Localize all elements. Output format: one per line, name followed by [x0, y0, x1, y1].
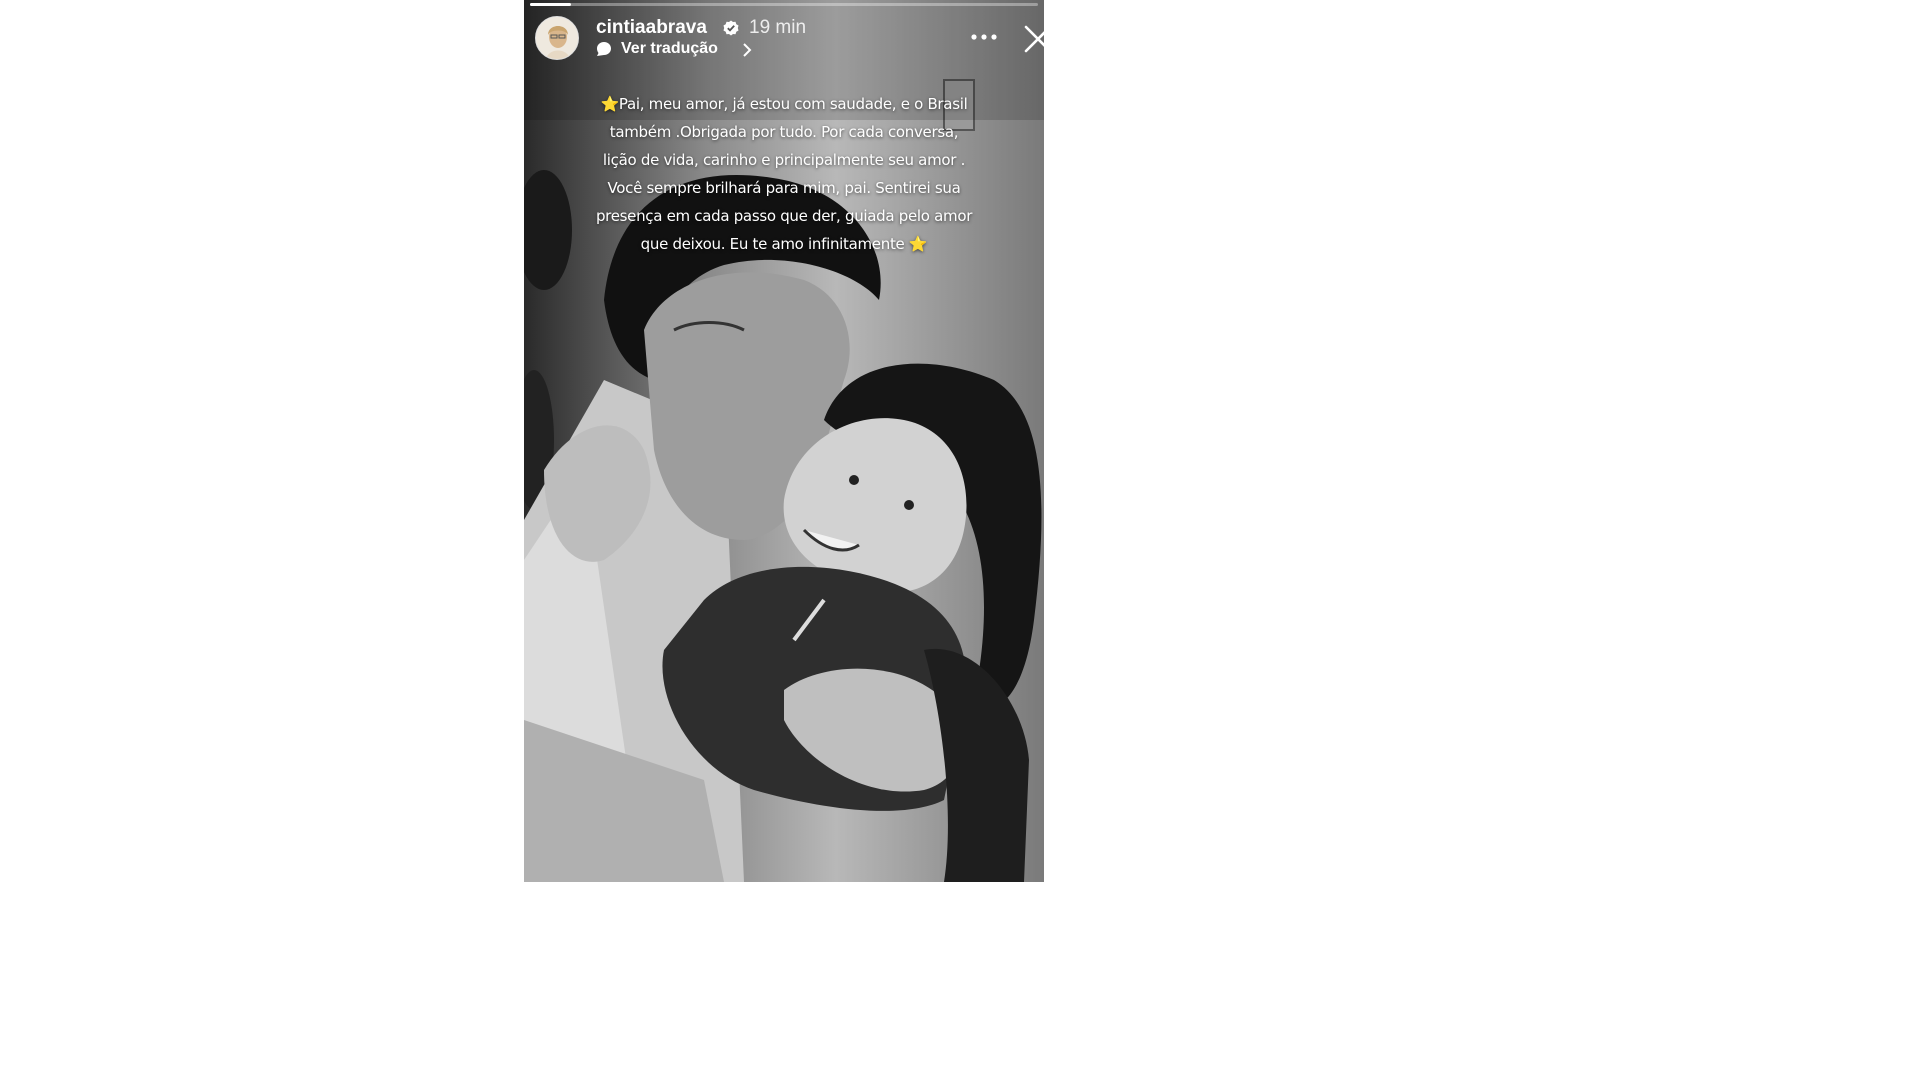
verified-badge-icon: [723, 20, 739, 36]
speech-bubble-icon: [597, 42, 611, 56]
see-translation-link[interactable]: Ver tradução: [621, 40, 718, 58]
story-viewer[interactable]: cintiaabrava 19 min Ver tradução ⭐Pai, m…: [524, 0, 1044, 882]
avatar[interactable]: [535, 16, 579, 60]
story-progress-bar: [530, 3, 1038, 6]
story-caption: ⭐Pai, meu amor, já estou com saudade, e …: [595, 95, 973, 253]
chevron-right-icon: [743, 43, 752, 57]
story-progress-fill: [530, 3, 571, 6]
close-icon[interactable]: [1022, 23, 1044, 55]
username[interactable]: cintiaabrava: [596, 17, 707, 39]
story-header: cintiaabrava 19 min Ver tradução: [534, 14, 1044, 66]
more-horizontal-icon[interactable]: [966, 24, 1002, 50]
post-time: 19 min: [749, 17, 807, 38]
